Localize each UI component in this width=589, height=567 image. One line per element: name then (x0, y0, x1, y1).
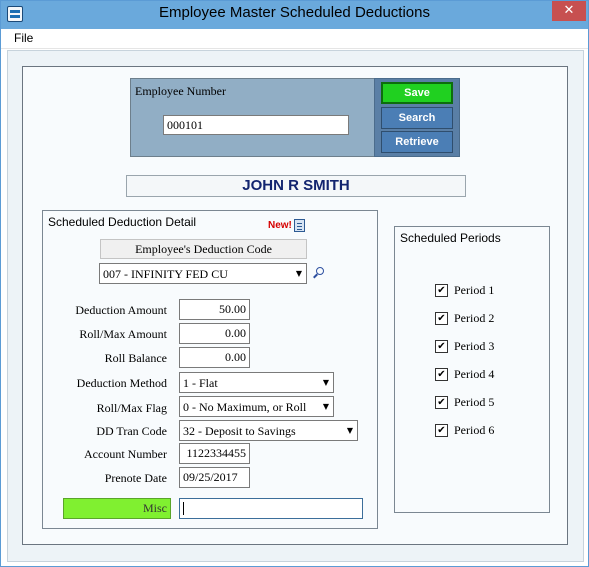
prenote-date-label: Prenote Date (104, 471, 167, 485)
period-3-checkbox[interactable]: ✔ (435, 340, 448, 353)
deduction-code-select[interactable]: 007 - INFINITY FED CU ▼ (99, 263, 307, 284)
period-2-row[interactable]: ✔ Period 2 (435, 311, 535, 327)
employee-number-label: Employee Number (135, 84, 226, 98)
roll-max-flag-label: Roll/Max Flag (96, 401, 167, 415)
window-title: Employee Master Scheduled Deductions (159, 4, 430, 21)
document-icon[interactable] (294, 219, 305, 232)
roll-max-amount-input[interactable]: 0.00 (179, 323, 250, 344)
roll-balance-label: Roll Balance (104, 351, 167, 365)
deduction-amount-label: Deduction Amount (75, 303, 167, 317)
period-4-label: Period 4 (454, 367, 495, 381)
period-3-label: Period 3 (454, 339, 495, 353)
deduction-method-value: 1 - Flat (183, 376, 218, 390)
retrieve-button[interactable]: Retrieve (381, 131, 453, 153)
prenote-date-input[interactable]: 09/25/2017 (179, 467, 250, 488)
period-5-checkbox[interactable]: ✔ (435, 396, 448, 409)
period-2-label: Period 2 (454, 311, 495, 325)
menu-file[interactable]: File (14, 31, 33, 45)
deduction-code-header: Employee's Deduction Code (100, 239, 307, 259)
scheduled-periods-title: Scheduled Periods (400, 231, 501, 245)
close-button[interactable]: ✕ (552, 1, 586, 21)
save-button[interactable]: Save (381, 82, 453, 104)
dd-tran-code-select[interactable]: 32 - Deposit to Savings ▼ (179, 420, 358, 441)
misc-label[interactable]: Misc (63, 498, 171, 519)
menu-bar (1, 29, 588, 49)
magnifier-icon[interactable] (312, 267, 324, 279)
search-button[interactable]: Search (381, 107, 453, 129)
chevron-down-icon: ▼ (322, 378, 329, 387)
roll-balance-input[interactable]: 0.00 (179, 347, 250, 368)
chevron-down-icon: ▼ (295, 269, 302, 278)
roll-max-flag-value: 0 - No Maximum, or Roll (183, 400, 307, 414)
period-5-row[interactable]: ✔ Period 5 (435, 395, 535, 411)
period-2-checkbox[interactable]: ✔ (435, 312, 448, 325)
deduction-detail-title: Scheduled Deduction Detail (48, 215, 197, 229)
period-1-checkbox[interactable]: ✔ (435, 284, 448, 297)
period-4-row[interactable]: ✔ Period 4 (435, 367, 535, 383)
deduction-method-select[interactable]: 1 - Flat ▼ (179, 372, 334, 393)
period-4-checkbox[interactable]: ✔ (435, 368, 448, 381)
dd-tran-code-value: 32 - Deposit to Savings (183, 424, 296, 438)
period-1-row[interactable]: ✔ Period 1 (435, 283, 535, 299)
deduction-amount-input[interactable]: 50.00 (179, 299, 250, 320)
account-number-input[interactable]: 1122334455 (179, 443, 250, 464)
dd-tran-code-label: DD Tran Code (96, 424, 167, 438)
new-badge[interactable]: New! (268, 220, 292, 231)
period-5-label: Period 5 (454, 395, 495, 409)
employee-name-display: JOHN R SMITH (126, 175, 466, 197)
employee-number-input[interactable]: 000101 (163, 115, 349, 135)
account-number-label: Account Number (84, 447, 167, 461)
deduction-method-label: Deduction Method (76, 376, 167, 390)
chevron-down-icon: ▼ (322, 402, 329, 411)
chevron-down-icon: ▼ (346, 426, 353, 435)
roll-max-amount-label: Roll/Max Amount (79, 327, 167, 341)
roll-max-flag-select[interactable]: 0 - No Maximum, or Roll ▼ (179, 396, 334, 417)
period-6-checkbox[interactable]: ✔ (435, 424, 448, 437)
deduction-code-value: 007 - INFINITY FED CU (103, 267, 228, 281)
period-3-row[interactable]: ✔ Period 3 (435, 339, 535, 355)
period-6-row[interactable]: ✔ Period 6 (435, 423, 535, 439)
period-6-label: Period 6 (454, 423, 495, 437)
misc-input[interactable] (179, 498, 363, 519)
period-1-label: Period 1 (454, 283, 495, 297)
